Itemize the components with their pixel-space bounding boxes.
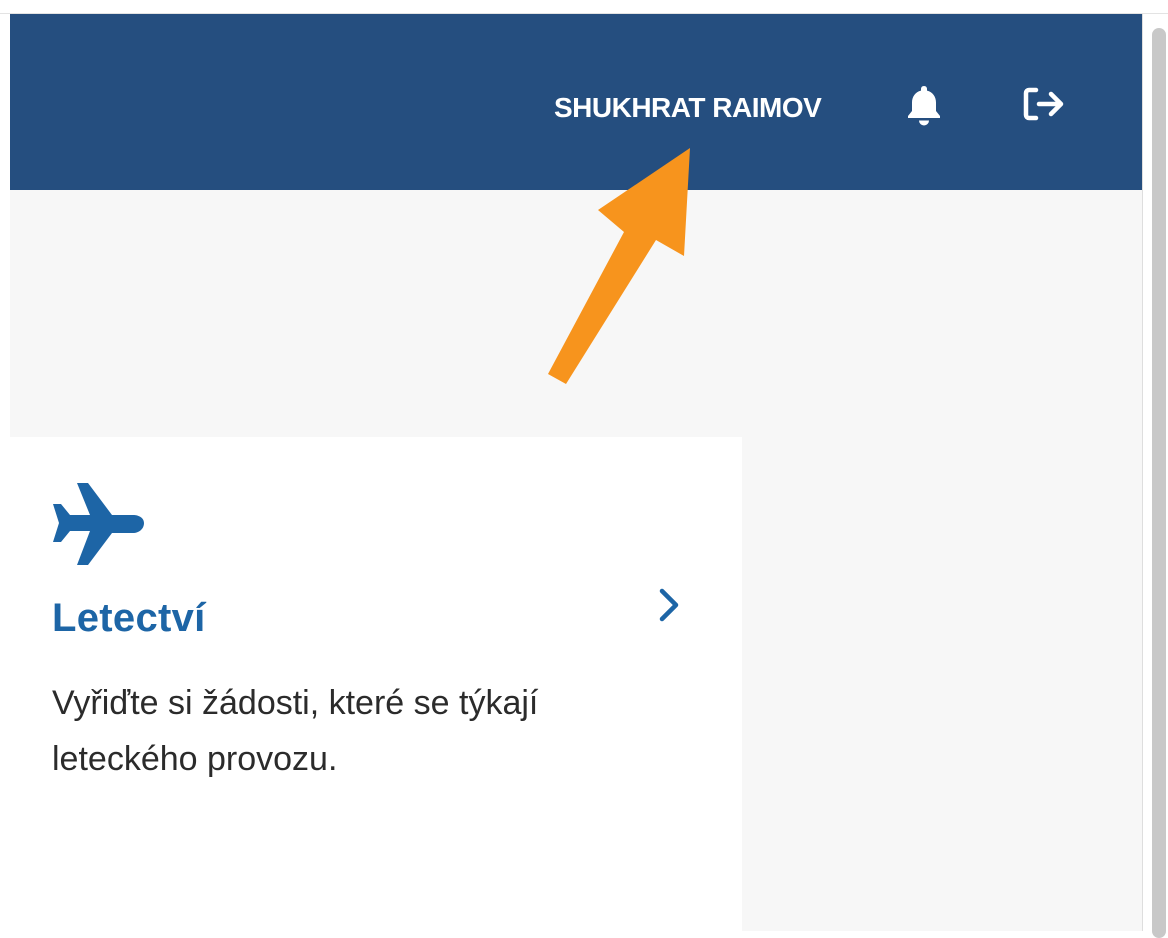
bell-icon[interactable]: [902, 82, 946, 126]
scrollbar-thumb[interactable]: [1152, 28, 1166, 938]
browser-top-edge: [0, 0, 1168, 14]
vertical-scrollbar[interactable]: [1142, 14, 1168, 938]
page-viewport: SHUKHRAT RAIMOV Letectví Vyřiďte si žádo…: [10, 14, 1142, 931]
chevron-right-icon[interactable]: [654, 585, 682, 625]
airplane-icon: [50, 481, 150, 567]
logout-icon[interactable]: [1020, 82, 1068, 126]
top-navigation-bar: SHUKHRAT RAIMOV: [10, 14, 1142, 190]
user-name-link[interactable]: SHUKHRAT RAIMOV: [554, 90, 822, 126]
card-description: Vyřiďte si žádosti, které se týkají lete…: [52, 684, 539, 778]
aviation-service-card[interactable]: Letectví Vyřiďte si žádosti, které se tý…: [10, 437, 742, 931]
card-title: Letectví: [52, 596, 206, 640]
